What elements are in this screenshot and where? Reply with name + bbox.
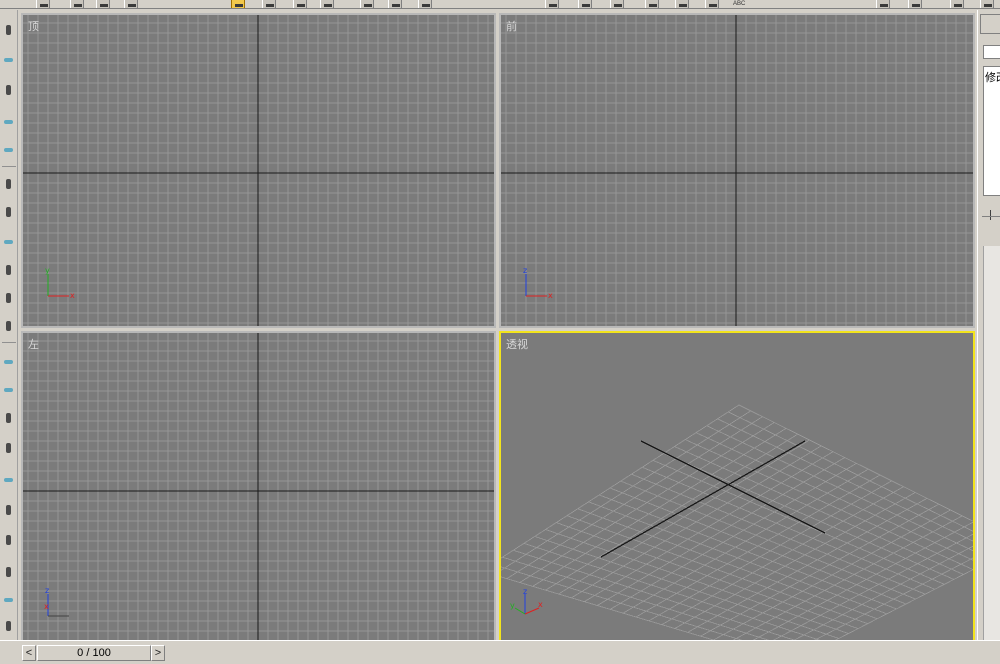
- viewport-area: 顶 y x 前 z x 左: [20, 11, 976, 646]
- create-tab[interactable]: [980, 14, 1000, 34]
- axis-label-x: x: [44, 602, 49, 611]
- viewport-label-perspective[interactable]: 透视: [506, 336, 528, 352]
- modify-icon[interactable]: [3, 54, 14, 66]
- toolbar-divider: [2, 166, 16, 167]
- display-icon[interactable]: [3, 144, 14, 156]
- torus-icon[interactable]: [3, 292, 14, 304]
- toolbar-divider: [2, 342, 16, 343]
- text-shape-icon[interactable]: [3, 442, 14, 454]
- bend-icon[interactable]: [3, 504, 14, 516]
- axis-label-y: y: [510, 601, 515, 610]
- time-slider[interactable]: 0 / 100: [37, 645, 151, 661]
- helix-icon[interactable]: [3, 412, 14, 424]
- axis-label-y: y: [45, 266, 50, 275]
- align-icon[interactable]: [675, 0, 689, 8]
- viewport-label-top[interactable]: 顶: [28, 18, 39, 34]
- axis-tripod-front: z x: [521, 266, 555, 302]
- axis-label-z: z: [523, 266, 527, 275]
- undo-icon[interactable]: [36, 0, 50, 8]
- window-crossing-icon[interactable]: [320, 0, 334, 8]
- modifier-list[interactable]: 修改: [983, 66, 1000, 196]
- move-icon[interactable]: [360, 0, 374, 8]
- scale-icon[interactable]: [418, 0, 432, 8]
- axis-label-x: x: [548, 291, 553, 300]
- main-toolbar: ABC: [0, 0, 1000, 9]
- rectangle-selection-icon[interactable]: [293, 0, 307, 8]
- percent-snap-icon[interactable]: [610, 0, 624, 8]
- grid-front: [501, 15, 973, 326]
- shell-icon[interactable]: [3, 620, 14, 632]
- panel-divider: [982, 216, 1000, 217]
- viewport-top[interactable]: 顶 y x: [21, 13, 496, 328]
- angle-snap-icon[interactable]: [578, 0, 592, 8]
- rotate-icon[interactable]: [388, 0, 402, 8]
- mirror-icon[interactable]: [645, 0, 659, 8]
- left-toolbar: [0, 10, 18, 640]
- grid-perspective: [501, 333, 973, 644]
- select-object-icon[interactable]: [231, 0, 245, 8]
- quick-render-icon[interactable]: [950, 0, 964, 8]
- axis-label-z: z: [45, 586, 49, 595]
- viewport-label-left[interactable]: 左: [28, 336, 39, 352]
- select-by-name-icon[interactable]: [262, 0, 276, 8]
- unlink-icon[interactable]: [96, 0, 110, 8]
- render-setup-icon[interactable]: [876, 0, 890, 8]
- bind-icon[interactable]: [124, 0, 138, 8]
- axis-tripod-left: z x: [43, 586, 77, 622]
- layer-icon[interactable]: [705, 0, 719, 8]
- motion-icon[interactable]: [3, 116, 14, 128]
- timeline: < 0 / 100 >: [0, 640, 1000, 664]
- sphere-icon[interactable]: [3, 236, 14, 248]
- hierarchy-icon[interactable]: [3, 84, 14, 96]
- render-icon[interactable]: [908, 0, 922, 8]
- spelling-icon[interactable]: ABC: [733, 0, 745, 8]
- grid-top: [23, 15, 494, 326]
- extrude-icon[interactable]: [3, 474, 14, 486]
- twist-icon[interactable]: [3, 566, 14, 578]
- lathe-icon[interactable]: [3, 594, 14, 606]
- taper-icon[interactable]: [3, 534, 14, 546]
- viewport-front[interactable]: 前 z x: [499, 13, 975, 328]
- prev-frame-button[interactable]: <: [22, 645, 36, 661]
- axis-label-x: x: [538, 600, 543, 609]
- axis-label-x: x: [70, 291, 75, 300]
- viewport-left[interactable]: 左 z x: [21, 331, 496, 646]
- modifier-list-label: 修改: [985, 69, 1000, 85]
- viewport-label-front[interactable]: 前: [506, 18, 517, 34]
- command-panel-scrollbar[interactable]: [983, 246, 1000, 646]
- grid-left: [23, 333, 494, 644]
- spline-icon[interactable]: [3, 384, 14, 396]
- box-icon[interactable]: [3, 178, 14, 190]
- create-icon[interactable]: [3, 24, 14, 36]
- stack-pin-icon[interactable]: [990, 210, 996, 220]
- material-editor-icon[interactable]: [980, 0, 994, 8]
- command-panel: 修改: [977, 10, 1000, 646]
- timeline-track[interactable]: [166, 645, 1000, 661]
- viewport-perspective[interactable]: 透视 z y x: [499, 331, 975, 646]
- next-frame-button[interactable]: >: [151, 645, 165, 661]
- snap-icon[interactable]: [545, 0, 559, 8]
- cone-icon[interactable]: [3, 264, 14, 276]
- cylinder-icon[interactable]: [3, 206, 14, 218]
- axis-tripod-top: y x: [43, 266, 77, 302]
- axis-label-z: z: [523, 588, 527, 596]
- tube-icon[interactable]: [3, 320, 14, 332]
- object-name-field[interactable]: [983, 45, 1000, 59]
- axis-tripod-perspective: z y x: [509, 588, 543, 624]
- line-icon[interactable]: [3, 356, 14, 368]
- link-icon[interactable]: [70, 0, 84, 8]
